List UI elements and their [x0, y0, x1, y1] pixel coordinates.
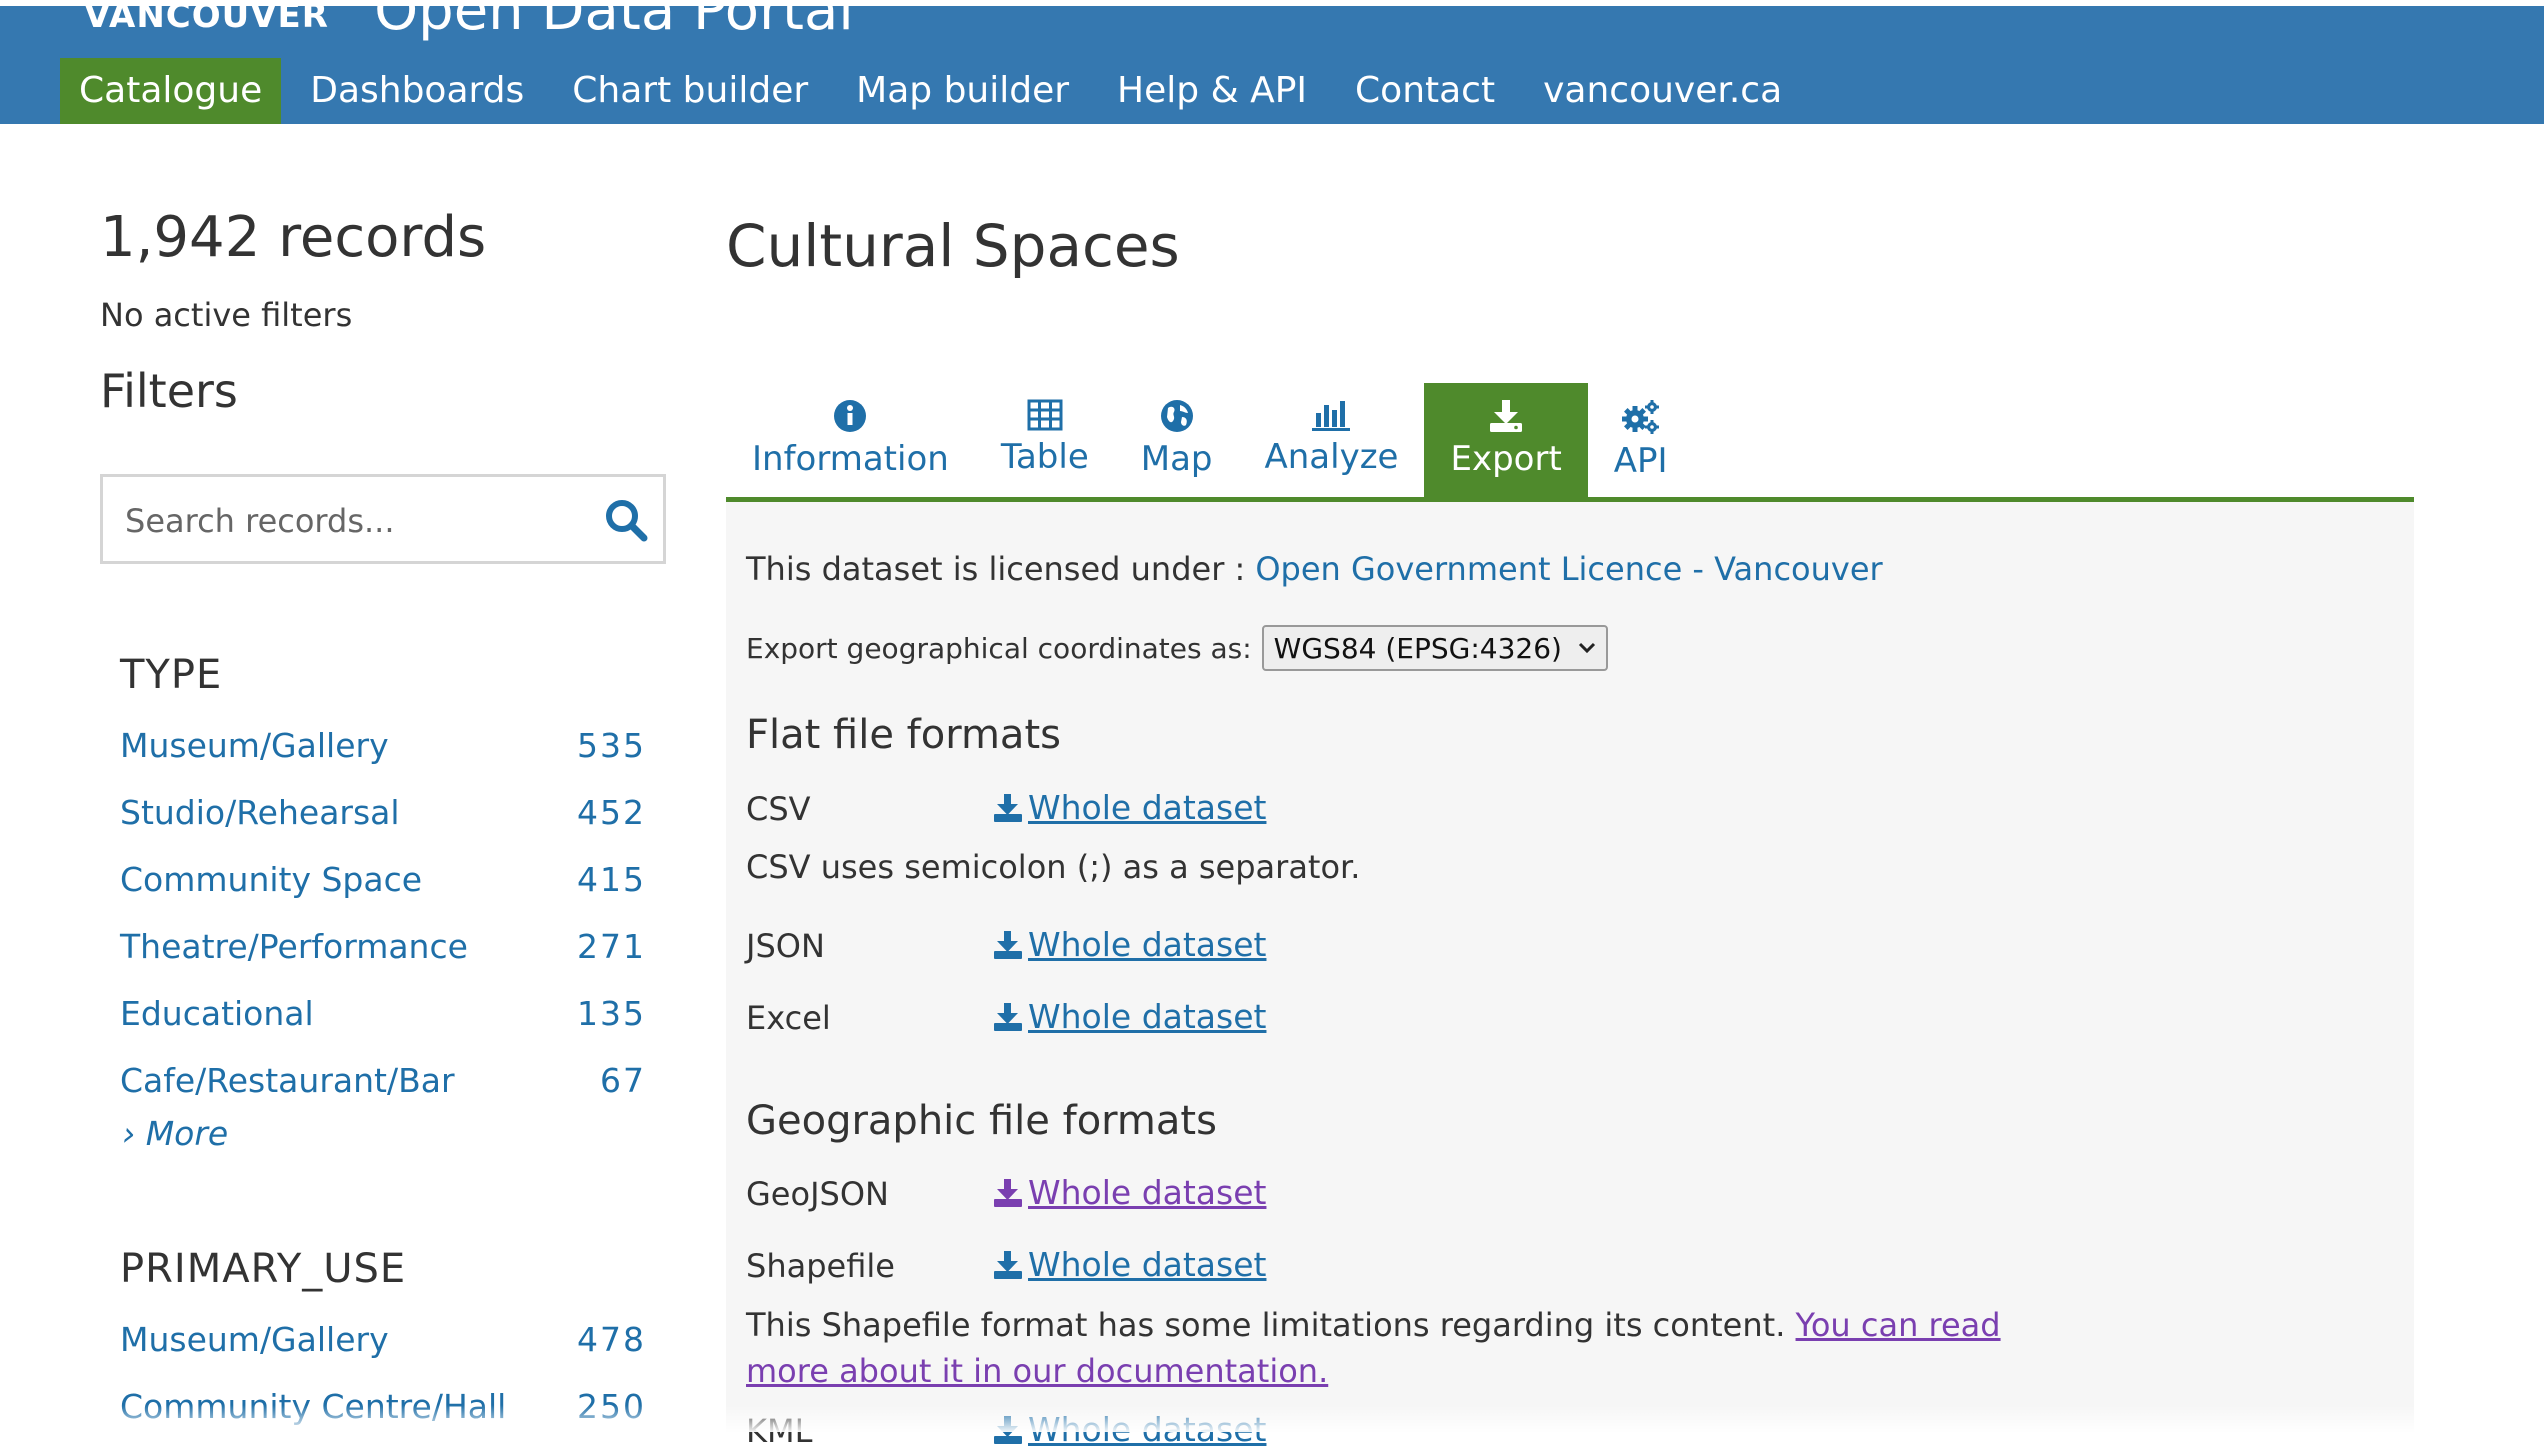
tab-label: Map: [1140, 439, 1213, 479]
tab-api[interactable]: API: [1588, 383, 1694, 500]
brand-city: VANCOUVER: [84, 6, 329, 36]
format-label-geojson: GeoJSON: [746, 1175, 889, 1213]
format-label-excel: Excel: [746, 999, 831, 1037]
nav-dashboards[interactable]: Dashboards: [291, 58, 543, 124]
geojson-download-link[interactable]: Whole dataset: [992, 1173, 1266, 1212]
facet-item[interactable]: Museum/Gallery 478: [120, 1320, 646, 1387]
coords-row: Export geographical coordinates as: WGS8…: [746, 625, 1608, 671]
facet-title-type: TYPE: [120, 652, 223, 698]
flat-formats-heading: Flat file formats: [746, 712, 1061, 758]
download-icon: [994, 930, 1022, 959]
facet-list-type: Museum/Gallery 535 Studio/Rehearsal 452 Co…: [120, 726, 646, 1128]
facet-item-count: 67: [600, 1061, 646, 1100]
facet-item-label: Museum/Gallery: [120, 726, 389, 765]
facet-item[interactable]: Theatre/Performance 271: [120, 927, 646, 994]
facet-item-count: 535: [577, 726, 646, 765]
format-label-shapefile: Shapefile: [746, 1247, 895, 1285]
tab-map[interactable]: Map: [1115, 383, 1239, 500]
nav-help-api[interactable]: Help & API: [1098, 58, 1326, 124]
bottom-fade: [0, 1405, 2544, 1432]
license-prefix: This dataset is licensed under :: [746, 550, 1246, 588]
link-text: Whole dataset: [1028, 1245, 1267, 1284]
download-icon: [994, 1002, 1022, 1031]
nav-chart-builder[interactable]: Chart builder: [553, 58, 827, 124]
tab-label: Table: [1000, 437, 1089, 477]
facet-item-count: 452: [577, 793, 646, 832]
top-header: VANCOUVER Open Data Portal Catalogue Das…: [0, 6, 2544, 124]
link-text: Whole dataset: [1028, 925, 1267, 964]
coords-label: Export geographical coordinates as:: [746, 631, 1252, 665]
coords-select-value: WGS84 (EPSG:4326): [1273, 631, 1562, 665]
facet-more-link[interactable]: › More: [122, 1114, 228, 1153]
nav-catalogue[interactable]: Catalogue: [60, 58, 282, 124]
info-icon: [834, 400, 867, 432]
facet-item-label: Museum/Gallery: [120, 1320, 389, 1359]
search-button[interactable]: [603, 497, 649, 543]
facet-item-count: 478: [577, 1320, 646, 1359]
search-box: [100, 474, 666, 564]
records-count: 1,942 records: [100, 205, 487, 270]
dataset-tabs: Information Table Map Analyze Export API: [726, 383, 1694, 500]
tab-table[interactable]: Table: [975, 383, 1115, 500]
facet-item[interactable]: Educational 135: [120, 994, 646, 1061]
shapefile-download-link[interactable]: Whole dataset: [992, 1245, 1266, 1284]
download-icon: [994, 1178, 1022, 1207]
download-icon: [1490, 400, 1523, 432]
facet-item[interactable]: Museum/Gallery 535: [120, 726, 646, 793]
link-text: Whole dataset: [1028, 1173, 1267, 1212]
table-icon: [1027, 399, 1063, 431]
facet-item-count: 271: [577, 927, 646, 966]
tab-label: Information: [752, 439, 949, 479]
more-label: More: [145, 1114, 229, 1153]
csv-separator-note: CSV uses semicolon (;) as a separator.: [746, 848, 1361, 886]
search-icon: [606, 500, 648, 542]
tab-export[interactable]: Export: [1424, 383, 1588, 500]
tab-label: Export: [1450, 439, 1562, 479]
license-line: This dataset is licensed under : Open Gov…: [746, 550, 1883, 588]
dataset-title: Cultural Spaces: [726, 212, 1180, 280]
tab-information[interactable]: Information: [726, 383, 975, 500]
chevron-down-icon: [1578, 642, 1596, 654]
facet-item[interactable]: Community Space 415: [120, 860, 646, 927]
facet-item[interactable]: Studio/Rehearsal 452: [120, 793, 646, 860]
nav-vancouver-ca[interactable]: vancouver.ca: [1524, 58, 1801, 124]
tab-analyze[interactable]: Analyze: [1239, 383, 1425, 500]
facet-item-count: 415: [577, 860, 646, 899]
tab-label: API: [1613, 441, 1668, 481]
format-label-csv: CSV: [746, 790, 811, 828]
excel-download-link[interactable]: Whole dataset: [992, 997, 1266, 1036]
facet-item-label: Educational: [120, 994, 314, 1033]
search-input[interactable]: [123, 495, 587, 547]
main-nav: Catalogue Dashboards Chart builder Map b…: [60, 58, 1811, 124]
download-icon: [994, 1250, 1022, 1279]
shapefile-note-text: This Shapefile format has some limitatio…: [746, 1306, 1786, 1344]
link-text: Whole dataset: [1028, 788, 1267, 827]
license-link[interactable]: Open Government Licence - Vancouver: [1255, 550, 1882, 588]
bar-chart-icon: [1312, 401, 1351, 431]
nav-map-builder[interactable]: Map builder: [837, 58, 1088, 124]
portal-brand[interactable]: VANCOUVER Open Data Portal: [84, 6, 854, 43]
facet-item-count: 135: [577, 994, 646, 1033]
facet-title-primary-use: PRIMARY_USE: [120, 1246, 407, 1292]
geo-formats-heading: Geographic file formats: [746, 1098, 1217, 1144]
format-label-json: JSON: [746, 927, 825, 965]
filters-heading: Filters: [100, 364, 238, 418]
brand-portal-title: Open Data Portal: [374, 6, 854, 43]
active-filters-status: No active filters: [100, 296, 353, 334]
globe-icon: [1160, 400, 1193, 432]
json-download-link[interactable]: Whole dataset: [992, 925, 1266, 964]
chevron-right-icon: ›: [122, 1114, 146, 1153]
tab-label: Analyze: [1264, 437, 1399, 477]
facet-item-label: Theatre/Performance: [120, 927, 468, 966]
facet-list-primary-use: Museum/Gallery478 Community Centre/Hall2…: [120, 1320, 646, 1454]
facet-item-label: Community Space: [120, 860, 423, 899]
shapefile-note: This Shapefile format has some limitatio…: [746, 1302, 2006, 1394]
gears-icon: [1621, 400, 1659, 434]
facet-item-label: Studio/Rehearsal: [120, 793, 400, 832]
csv-download-link[interactable]: Whole dataset: [992, 788, 1266, 827]
download-icon: [994, 793, 1022, 822]
coords-select[interactable]: WGS84 (EPSG:4326): [1261, 625, 1608, 671]
link-text: Whole dataset: [1028, 997, 1267, 1036]
nav-contact[interactable]: Contact: [1336, 58, 1514, 124]
